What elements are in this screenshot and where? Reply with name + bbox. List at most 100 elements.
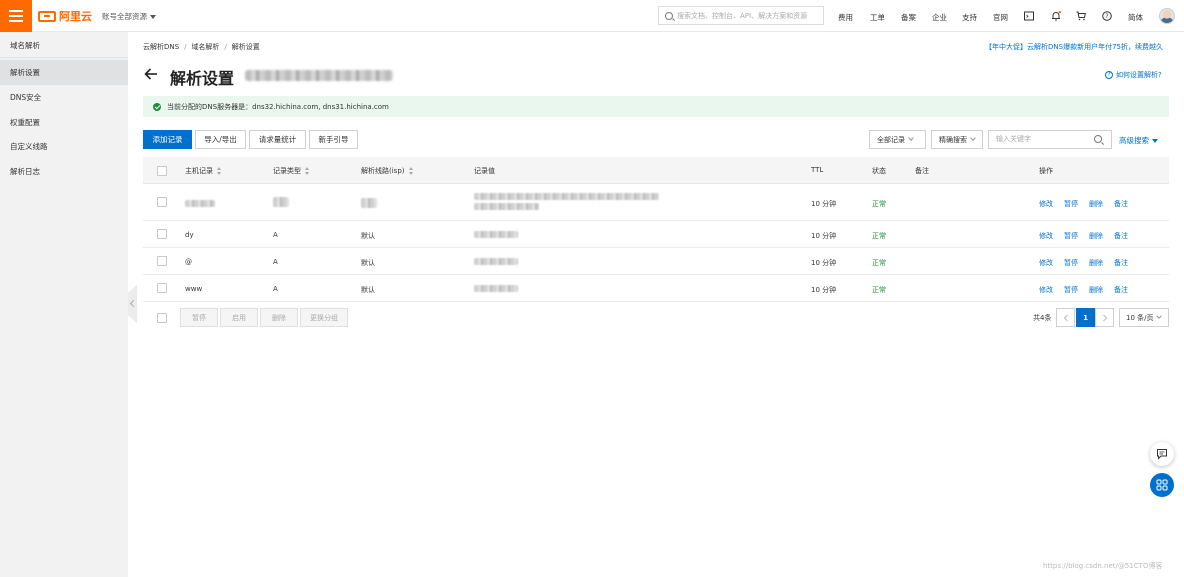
prev-page-button[interactable] [1056, 308, 1075, 327]
table-row: 10 分钟 正常 修改 暂停 删除 备注 [143, 184, 1169, 221]
chat-icon [1157, 449, 1167, 460]
question-icon: ? [1105, 71, 1113, 79]
column-type-label: 记录类型 [273, 167, 301, 175]
sort-icon[interactable] [305, 167, 310, 175]
page-size-select[interactable]: 10 条/页 [1119, 308, 1169, 327]
column-line[interactable]: 解析线路(isp) [361, 166, 414, 176]
search-icon[interactable] [1094, 135, 1102, 143]
column-type[interactable]: 记录类型 [273, 166, 310, 176]
import-export-button[interactable]: 导入/导出 [195, 130, 246, 149]
note-link[interactable]: 备注 [1114, 231, 1128, 241]
next-page-button[interactable] [1095, 308, 1114, 327]
help-link[interactable]: ? 如何设置解析? [1105, 70, 1162, 80]
status-value: 正常 [872, 259, 886, 267]
sidebar-collapse-handle[interactable] [128, 285, 137, 323]
row-checkbox[interactable] [157, 283, 167, 293]
page-number-current[interactable]: 1 [1076, 308, 1095, 327]
bulk-delete-button[interactable]: 删除 [260, 308, 298, 327]
breadcrumb-item[interactable]: 域名解析 [191, 43, 219, 51]
promo-link[interactable]: 【年中大促】云解析DNS爆款新用户年付75折，续费越久 [985, 42, 1163, 52]
pause-link[interactable]: 暂停 [1064, 199, 1078, 209]
request-stats-button[interactable]: 请求量统计 [249, 130, 306, 149]
account-scope-dropdown[interactable]: 账号全部资源 [102, 11, 156, 22]
blurred-domain-name [245, 70, 393, 81]
row-checkbox[interactable] [157, 229, 167, 239]
select-all-checkbox[interactable] [157, 166, 167, 176]
help-icon[interactable]: ? [1102, 11, 1112, 21]
keyword-placeholder: 输入关键字 [996, 135, 1031, 143]
bell-icon[interactable] [1051, 11, 1061, 21]
table-row: www A 默认 10 分钟 正常 修改 暂停 删除 备注 [143, 275, 1169, 302]
column-value: 记录值 [474, 167, 495, 175]
nav-official-site[interactable]: 官网 [993, 12, 1008, 23]
pause-link[interactable]: 暂停 [1064, 258, 1078, 268]
search-mode-select[interactable]: 精确搜索 [931, 130, 983, 149]
advanced-search-toggle[interactable]: 高级搜索 [1119, 135, 1158, 146]
column-status: 状态 [872, 167, 886, 175]
cart-icon[interactable] [1076, 11, 1086, 21]
delete-link[interactable]: 删除 [1089, 285, 1103, 295]
nav-support[interactable]: 支持 [962, 12, 977, 23]
global-search-input[interactable]: 搜索文档、控制台、API、解决方案和资源 [658, 6, 824, 25]
line-value: 默认 [361, 286, 375, 294]
ttl-value: 10 分钟 [811, 259, 837, 267]
back-arrow-icon[interactable] [144, 68, 158, 80]
pause-link[interactable]: 暂停 [1064, 231, 1078, 241]
column-host[interactable]: 主机记录 [185, 166, 222, 176]
bulk-change-group-button[interactable]: 更换分组 [300, 308, 348, 327]
pause-link[interactable]: 暂停 [1064, 285, 1078, 295]
nav-tickets[interactable]: 工单 [870, 12, 885, 23]
column-host-label: 主机记录 [185, 167, 213, 175]
edit-link[interactable]: 修改 [1039, 285, 1053, 295]
breadcrumb-item[interactable]: 云解析DNS [143, 43, 179, 51]
row-checkbox[interactable] [157, 197, 167, 207]
sidebar-item-dns-security[interactable]: DNS安全 [0, 85, 128, 110]
chevron-down-icon [970, 135, 976, 141]
svg-text:?: ? [1105, 13, 1108, 20]
add-record-button[interactable]: 添加记录 [143, 130, 192, 149]
apps-grid-icon [1156, 479, 1168, 491]
delete-link[interactable]: 删除 [1089, 231, 1103, 241]
bulk-enable-button[interactable]: 启用 [220, 308, 258, 327]
blurred-value [474, 203, 539, 210]
terminal-icon[interactable] [1024, 11, 1034, 21]
sidebar-item-dns-settings[interactable]: 解析设置 [0, 60, 128, 85]
apps-float-button[interactable] [1150, 473, 1174, 497]
blurred-line [361, 198, 377, 208]
blurred-host [185, 200, 215, 207]
nav-enterprise[interactable]: 企业 [932, 12, 947, 23]
edit-link[interactable]: 修改 [1039, 258, 1053, 268]
chat-float-button[interactable] [1150, 442, 1174, 466]
sidebar-item-resolve-logs[interactable]: 解析日志 [0, 159, 128, 184]
delete-link[interactable]: 删除 [1089, 199, 1103, 209]
status-value: 正常 [872, 286, 886, 294]
sidebar-item-custom-lines[interactable]: 自定义线路 [0, 134, 128, 159]
note-link[interactable]: 备注 [1114, 199, 1128, 209]
watermark: https://blog.csdn.net/@51CTO博客 [1043, 562, 1163, 570]
sort-icon[interactable] [217, 167, 222, 175]
guide-button[interactable]: 新手引导 [309, 130, 358, 149]
edit-link[interactable]: 修改 [1039, 231, 1053, 241]
keyword-search-input[interactable]: 输入关键字 [988, 130, 1112, 149]
column-ttl: TTL [811, 166, 824, 174]
status-value: 正常 [872, 200, 886, 208]
aliyun-logo[interactable]: 阿里云 [38, 9, 92, 23]
language-switch[interactable]: 简体 [1128, 12, 1143, 23]
nav-billing[interactable]: 费用 [838, 12, 853, 23]
bulk-select-checkbox[interactable] [157, 313, 167, 323]
record-filter-select[interactable]: 全部记录 [869, 130, 926, 149]
nav-icp[interactable]: 备案 [901, 12, 916, 23]
hamburger-menu-icon[interactable] [0, 0, 32, 32]
sort-icon[interactable] [408, 167, 414, 175]
bulk-pause-button[interactable]: 暂停 [180, 308, 218, 327]
note-link[interactable]: 备注 [1114, 258, 1128, 268]
breadcrumb-separator: / [224, 43, 227, 51]
blurred-value [474, 258, 518, 265]
note-link[interactable]: 备注 [1114, 285, 1128, 295]
sidebar-item-weight-config[interactable]: 权重配置 [0, 110, 128, 135]
row-checkbox[interactable] [157, 256, 167, 266]
edit-link[interactable]: 修改 [1039, 199, 1053, 209]
sidebar: 域名解析 解析设置 DNS安全 权重配置 自定义线路 解析日志 [0, 32, 128, 577]
user-avatar[interactable] [1159, 8, 1175, 24]
delete-link[interactable]: 删除 [1089, 258, 1103, 268]
